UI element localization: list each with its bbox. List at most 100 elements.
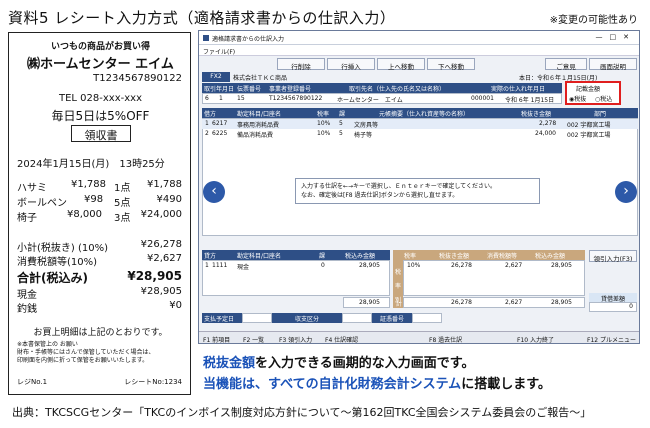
- next-arrow-icon[interactable]: ›: [615, 181, 637, 203]
- col-tax-rate: 税率: [317, 111, 330, 118]
- help-button[interactable]: 画面説明: [589, 58, 637, 71]
- insert-row-button[interactable]: 行挿入: [327, 58, 375, 71]
- receipt-tel: TEL 028-xxx-xxx: [59, 93, 142, 104]
- pay-date-field[interactable]: [242, 313, 272, 323]
- receipt-register: レジNo.1: [17, 378, 48, 386]
- col-tax-class: 課: [339, 111, 346, 118]
- receipt-cash: ¥28,905: [140, 286, 182, 297]
- val-month: 1: [219, 95, 223, 102]
- receipt-tax-label: 消費税額等(10%): [17, 257, 98, 268]
- receipt-notes: ※本書保管上の お願い 財布・手帳等にはさんで保管していただく場合は、 印刷面を…: [17, 341, 155, 364]
- line-account: 事務用消耗品費: [237, 122, 280, 129]
- fkey-end-input[interactable]: F10 入力終了: [517, 335, 554, 343]
- col-credit-class: 課: [319, 253, 326, 260]
- val-supplier-code: 000001: [471, 95, 494, 102]
- feedback-button[interactable]: ご意見: [545, 58, 587, 71]
- col-sum-ex: 税抜き金額: [439, 253, 470, 260]
- val-actual-date: 令和 6年 1月15日: [505, 97, 555, 104]
- receipt-reg-no: T1234567890122: [93, 73, 182, 84]
- sum-total-label: 計: [396, 301, 403, 308]
- category-label: 収支区分: [272, 313, 342, 323]
- credit-account: 現金: [237, 264, 250, 271]
- val-reg-no: T1234567890122: [269, 95, 323, 102]
- receipt-number: レシートNo:1234: [124, 378, 182, 386]
- fkey-check[interactable]: F4 仕訳確認: [325, 335, 358, 343]
- receipt-tax: ¥2,627: [147, 253, 182, 264]
- col-actual-date: 実際の仕入れ年月日: [491, 86, 546, 93]
- move-down-button[interactable]: 下へ移動: [427, 58, 475, 71]
- line-no: 1: [205, 120, 209, 127]
- minimize-icon[interactable]: —: [596, 33, 610, 41]
- col-sum-rate: 税率: [404, 253, 417, 260]
- receipt-item-name: 椅子: [17, 213, 37, 224]
- receipt-item-name: ハサミ: [17, 183, 47, 194]
- col-credit-amount: 税込み金額: [345, 253, 376, 260]
- caption-line-2: 当機能は、すべての自計化財務会計システムに搭載します。: [203, 373, 551, 392]
- mode-tax-excluded-radio[interactable]: ◉税抜: [569, 94, 586, 103]
- col-memo: 元帳摘要（仕入れ資産等の名称）: [379, 111, 470, 118]
- receipt-item-amount: ¥490: [156, 194, 182, 205]
- menu-file[interactable]: ファイル(F): [203, 49, 235, 56]
- delete-row-button[interactable]: 行削除: [277, 58, 325, 71]
- col-voucher: 伝票番号: [237, 86, 262, 93]
- fkey-list[interactable]: F2 一覧: [243, 335, 264, 343]
- move-up-button[interactable]: 上へ移動: [377, 58, 425, 71]
- receipt-total-label: 合計(税込み): [17, 271, 88, 285]
- line-code: 6225: [212, 130, 228, 137]
- sum-inc: 28,905: [551, 262, 572, 269]
- mode-tax-included-radio[interactable]: ○税込: [595, 94, 612, 103]
- line-no: 2: [205, 130, 209, 137]
- fkey-receipt-input[interactable]: F3 領引入力: [279, 335, 312, 343]
- instruction-message: 入力する仕訳を←→キーで選択し、Ｅｎｔｅｒキーで確定してください。 なお、確定後…: [295, 178, 540, 204]
- receipt-input-f3-button[interactable]: 領引入力(F3): [589, 250, 637, 263]
- diff-label: 貸借差額: [589, 293, 637, 303]
- function-key-bar: F1 前項目 F2 一覧 F3 領引入力 F4 仕訳確認 F8 過去仕訳 F10…: [199, 331, 639, 343]
- col-date: 取引年月日: [204, 86, 235, 93]
- val-supplier: ホームセンター エイム: [337, 97, 403, 104]
- voucher-label: 証憑番号: [372, 313, 412, 323]
- receipt-tagline: いつもの商品がお買い得: [50, 42, 150, 52]
- caption-line-1: 税抜金額を入力できる画期的な入力画面です。: [203, 352, 474, 371]
- prev-arrow-icon[interactable]: ‹: [203, 181, 225, 203]
- pay-date-label: 支払予定日: [202, 313, 242, 323]
- col-supplier: 取引先名（仕入先の氏名又は名称）: [349, 86, 446, 93]
- close-icon[interactable]: ✕: [623, 33, 636, 41]
- col-sum-tax: 消費税額等: [487, 253, 518, 260]
- receipt-total: ¥28,905: [127, 269, 182, 283]
- voucher-field[interactable]: [412, 313, 442, 323]
- caption-1-text: を入力できる画期的な入力画面です。: [255, 356, 475, 371]
- category-field[interactable]: [342, 313, 372, 323]
- receipt-item-price: ¥1,788: [71, 179, 106, 190]
- company-name: 株式会社ＴＫＣ商品: [233, 75, 288, 82]
- receipt-item-qty: 1点: [114, 183, 131, 194]
- col-credit: 貸方: [204, 253, 217, 260]
- line-rate: 10%: [317, 130, 331, 137]
- receipt-item-price: ¥8,000: [67, 209, 102, 220]
- source-citation: 出典：TKCSCGセンター「TKCのインボイス制度対応方針について～第162回T…: [12, 406, 592, 419]
- caption-1-highlight: 税抜金額: [203, 356, 256, 371]
- credit-amount: 28,905: [359, 262, 380, 269]
- sum-total-inc: 28,905: [551, 299, 572, 306]
- line-dept: 002 宇都宮工場: [567, 122, 611, 129]
- fkey-pull-menu[interactable]: F12 プルメニュー: [587, 335, 636, 343]
- receipt-item-amount: ¥24,000: [140, 209, 182, 220]
- val-day: 15: [237, 95, 245, 102]
- receipt-footer: お買上明細は上記のとおりです。: [33, 328, 168, 338]
- col-account: 勘定科目/口座名: [237, 111, 282, 118]
- line-tax-class: 5: [339, 130, 343, 137]
- receipt-item-price: ¥98: [84, 194, 104, 205]
- col-credit-account: 勘定科目/口座名: [237, 253, 282, 260]
- receipt-item-amount: ¥1,788: [147, 179, 182, 190]
- receipt-change: ¥0: [169, 300, 182, 311]
- col-reg-no: 事業者登録番号: [269, 86, 312, 93]
- diff-value: 0: [589, 302, 637, 312]
- sum-total-tax: 2,627: [505, 299, 523, 306]
- fkey-prev-item[interactable]: F1 前項目: [203, 335, 230, 343]
- fx2-badge: FX2: [202, 72, 230, 82]
- mode-tax-included-label: 税込: [600, 96, 613, 103]
- col-ex-amount: 税抜き金額: [521, 111, 552, 118]
- fkey-past-entries[interactable]: F8 過去仕訳: [429, 335, 462, 343]
- page-title: 資料5 レシート入力方式（適格請求書からの仕訳入力）: [8, 9, 396, 27]
- line-account: 備品消耗品費: [237, 132, 274, 139]
- maximize-icon[interactable]: □: [610, 33, 624, 41]
